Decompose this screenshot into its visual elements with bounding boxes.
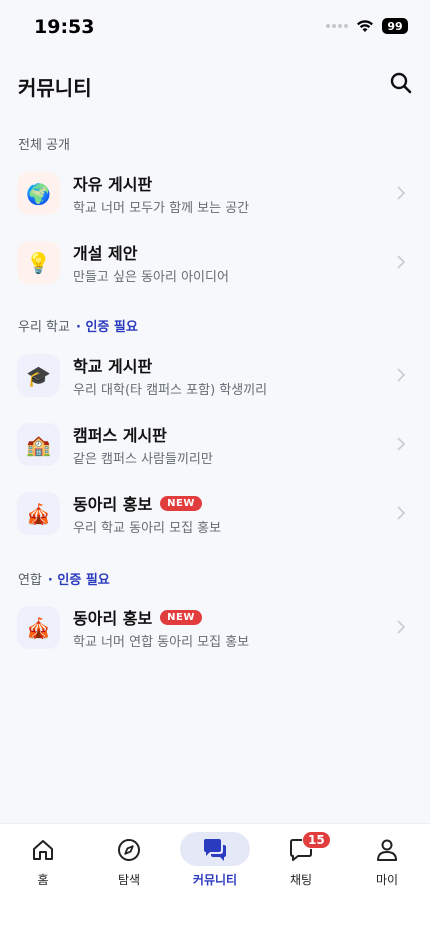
nav-label: 채팅: [289, 873, 313, 887]
section-title: 우리 학교: [18, 320, 70, 335]
verification-required-label: · 인증 필요: [47, 573, 110, 588]
nav-label: 마이: [375, 873, 399, 887]
nav-tab-my[interactable]: 마이: [344, 832, 430, 892]
item-title: 개설 제안: [73, 244, 138, 263]
section-header-public: 전체 공개: [18, 134, 70, 153]
chevron-right-icon: [397, 255, 406, 269]
item-subtitle: 학교 너머 연합 동아리 모집 홍보: [73, 635, 250, 650]
bottom-nav: 홈 탐색 커뮤니티 15 채팅 마이: [0, 823, 430, 931]
school-building-icon: 🏫: [17, 423, 60, 466]
new-badge: NEW: [160, 609, 202, 625]
chat-icon-wrapper: 15: [288, 831, 331, 863]
search-button[interactable]: [388, 70, 414, 96]
chevron-right-icon: [397, 506, 406, 520]
item-subtitle: 같은 캠퍼스 사람들끼리만: [73, 452, 213, 467]
status-time: 19:53: [34, 16, 95, 38]
nav-tab-explore[interactable]: 탐색: [86, 832, 172, 892]
item-title: 학교 게시판: [73, 357, 153, 376]
section-header-union: 연합 · 인증 필요: [18, 569, 110, 588]
circus-tent-icon: 🎪: [17, 606, 60, 649]
nav-label: 탐색: [117, 873, 141, 887]
board-item-proposal[interactable]: 💡 개설 제안 만들고 싶은 동아리 아이디어: [0, 233, 430, 297]
board-item-school[interactable]: 🎓 학교 게시판 우리 대학(타 캠퍼스 포함) 학생끼리: [0, 346, 430, 410]
section-header-school: 우리 학교 · 인증 필요: [18, 316, 138, 335]
status-indicators: 99: [326, 18, 408, 34]
nav-tab-chat[interactable]: 15 채팅: [258, 831, 344, 892]
chevron-right-icon: [397, 368, 406, 382]
page-title: 커뮤니티: [18, 76, 92, 100]
item-subtitle: 학교 너머 모두가 함께 보는 공간: [73, 201, 250, 216]
item-title: 동아리 홍보 NEW: [73, 605, 202, 629]
unread-count-badge: 15: [302, 831, 331, 849]
item-title: 캠퍼스 게시판: [73, 426, 167, 445]
globe-icon: 🌍: [17, 172, 60, 215]
board-item-club-promo-union[interactable]: 🎪 동아리 홍보 NEW 학교 너머 연합 동아리 모집 홍보: [0, 598, 430, 662]
section-title: 연합: [18, 573, 42, 588]
nav-label: 커뮤니티: [192, 873, 238, 887]
chevron-right-icon: [397, 437, 406, 451]
board-item-club-promo-school[interactable]: 🎪 동아리 홍보 NEW 우리 학교 동아리 모집 홍보: [0, 484, 430, 548]
new-badge: NEW: [160, 495, 202, 511]
page-header: 커뮤니티: [0, 64, 430, 106]
search-icon: [390, 72, 412, 94]
status-bar: 19:53 99: [0, 0, 430, 56]
item-subtitle: 만들고 싶은 동아리 아이디어: [73, 270, 229, 285]
home-icon: [33, 840, 53, 860]
wifi-icon: [356, 19, 374, 33]
item-title: 자유 게시판: [73, 175, 153, 194]
signal-icon: [326, 24, 348, 28]
lightbulb-icon: 💡: [17, 241, 60, 284]
circus-tent-icon: 🎪: [17, 492, 60, 535]
nav-tab-community[interactable]: 커뮤니티: [172, 832, 258, 892]
item-title: 동아리 홍보 NEW: [73, 491, 202, 515]
item-subtitle: 우리 대학(타 캠퍼스 포함) 학생끼리: [73, 383, 268, 398]
chevron-right-icon: [397, 186, 406, 200]
section-title: 전체 공개: [18, 138, 70, 153]
board-item-campus[interactable]: 🏫 캠퍼스 게시판 같은 캠퍼스 사람들끼리만: [0, 415, 430, 479]
chat-bubbles-icon: [204, 839, 226, 861]
graduation-cap-icon: 🎓: [17, 354, 60, 397]
person-icon: [377, 839, 397, 861]
verification-required-label: · 인증 필요: [75, 320, 138, 335]
nav-tab-home[interactable]: 홈: [0, 832, 86, 892]
chevron-right-icon: [397, 620, 406, 634]
item-subtitle: 우리 학교 동아리 모집 홍보: [73, 521, 222, 536]
battery-indicator: 99: [382, 18, 408, 34]
compass-icon: [118, 839, 140, 861]
nav-label: 홈: [37, 873, 49, 887]
board-item-free[interactable]: 🌍 자유 게시판 학교 너머 모두가 함께 보는 공간: [0, 164, 430, 228]
